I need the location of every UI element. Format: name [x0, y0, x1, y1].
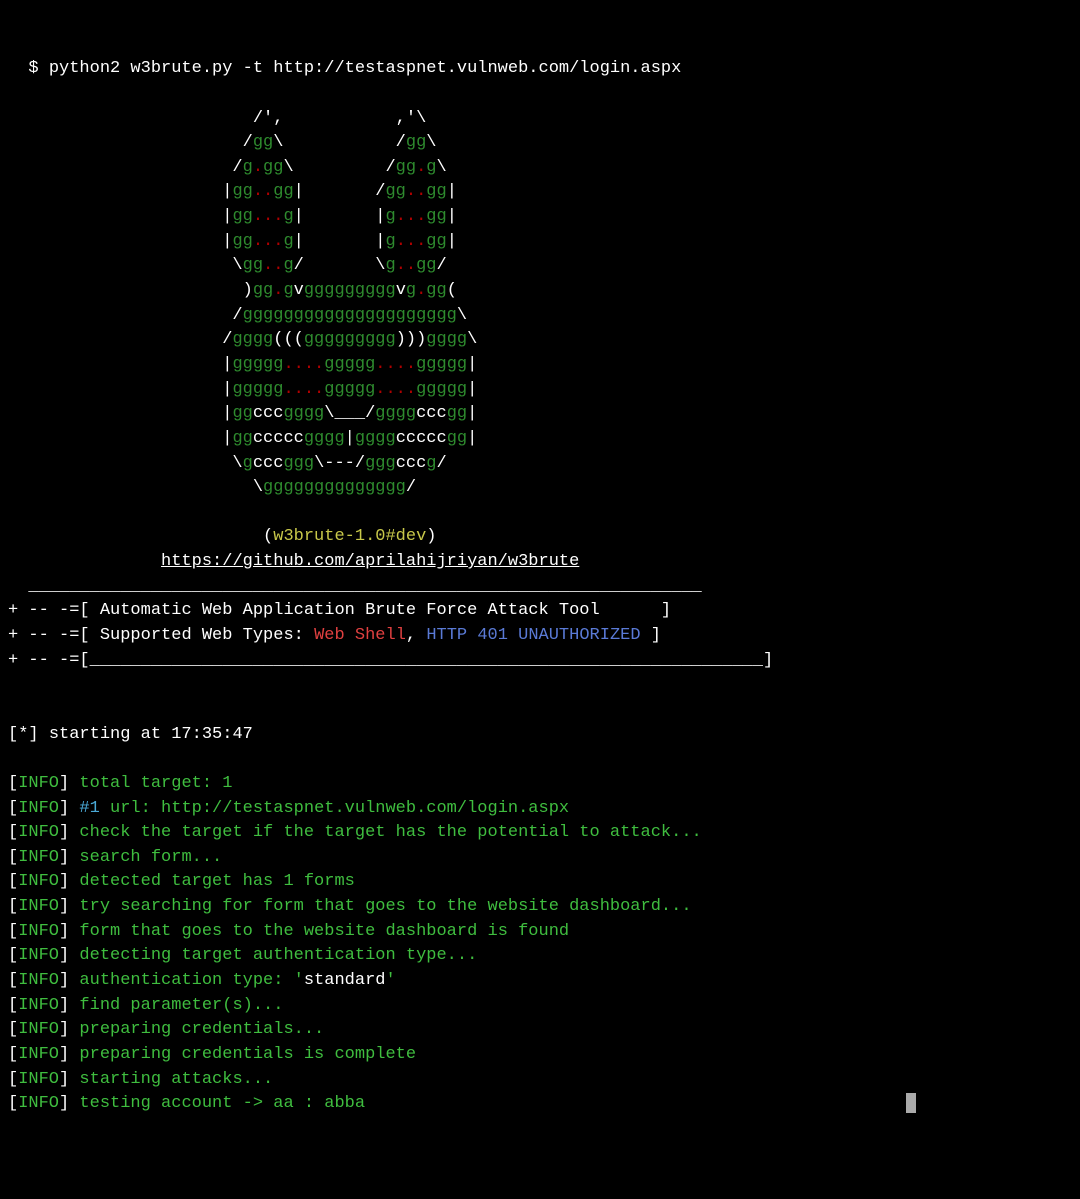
- cursor-icon: [906, 1093, 916, 1113]
- banner-version: (: [8, 527, 273, 546]
- start-time: 17:35:47: [171, 725, 253, 744]
- banner-box-line: + -- -=[: [8, 601, 100, 620]
- auth-type-value: standard: [304, 971, 386, 990]
- web-shell-label: Web Shell: [314, 626, 406, 645]
- prompt-char: $: [8, 59, 49, 78]
- log-level-info: INFO: [18, 774, 59, 793]
- repo-link[interactable]: https://github.com/aprilahijriyan/w3brut…: [161, 552, 579, 571]
- ascii-art-line: /', ,'\: [8, 109, 426, 128]
- command-line: python2 w3brute.py -t http://testaspnet.…: [49, 59, 682, 78]
- log-msg: total target: 1: [79, 774, 232, 793]
- starting-line: [*]: [8, 725, 49, 744]
- terminal[interactable]: $ python2 w3brute.py -t http://testaspne…: [8, 57, 1072, 1117]
- http-401-label: HTTP 401 UNAUTHORIZED: [426, 626, 640, 645]
- target-number: #1: [79, 799, 99, 818]
